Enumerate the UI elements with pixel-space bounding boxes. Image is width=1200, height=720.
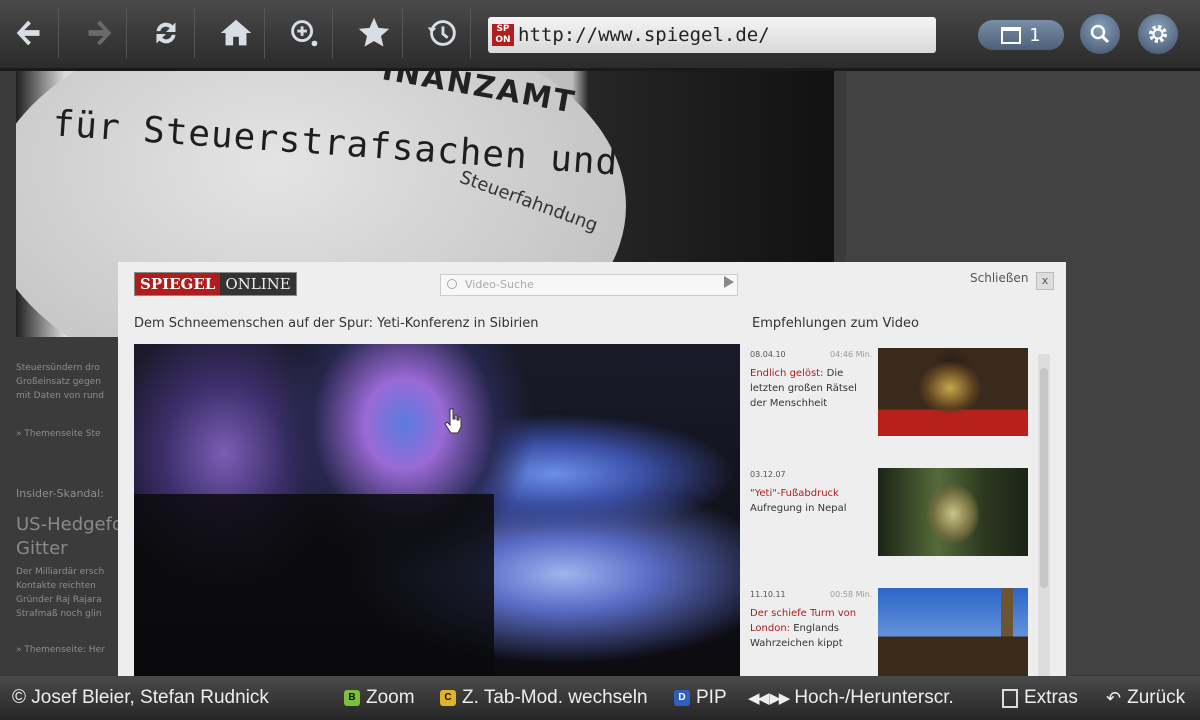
rec-date: 03.12.07 — [750, 470, 786, 479]
side-headline[interactable]: US-Hedgefon Gitter — [16, 513, 134, 561]
rec-link[interactable]: Endlich gelöst: — [750, 368, 823, 379]
recommendation-item[interactable]: 08.04.10 04:46 Min. Endlich gelöst: Die … — [742, 344, 1038, 454]
pip-label: PIP — [696, 687, 727, 708]
zoom-icon — [291, 20, 318, 47]
search-icon — [447, 279, 457, 289]
side-link-1[interactable]: » Themenseite Ste — [16, 427, 126, 441]
video-player[interactable] — [134, 344, 740, 676]
tabs-button[interactable]: 1 — [978, 20, 1064, 50]
back-label: Zurück — [1127, 687, 1186, 708]
video-shadow — [134, 494, 494, 676]
video-title: Dem Schneemenschen auf der Spur: Yeti-Ko… — [134, 316, 539, 331]
zoom-label: Zoom — [366, 687, 415, 708]
rec-link[interactable]: "Yeti"-Fußabdruck — [750, 488, 839, 499]
refresh-icon — [156, 22, 176, 44]
gear-icon — [1149, 25, 1167, 43]
back-button[interactable] — [2, 8, 59, 58]
recommendation-item[interactable]: 11.10.11 00:58 Min. Der schiefe Turm von… — [742, 584, 1038, 676]
pip-hint[interactable]: D PIP — [674, 687, 727, 709]
side-text-line: Strafmaß noch glin — [16, 609, 102, 619]
tab-mode-label: Z. Tab-Mod. wechseln — [462, 687, 648, 708]
bookmark-button[interactable] — [346, 8, 403, 58]
side-text-line: Der Milliardär ersch — [16, 567, 105, 577]
rec-description: Aufregung in Nepal — [750, 503, 847, 514]
zoom-hint[interactable]: B Zoom — [344, 687, 415, 709]
tab-mode-hint[interactable]: C Z. Tab-Mod. wechseln — [440, 687, 648, 709]
rewind-forward-icon: ◀◀ ▶▶ — [748, 690, 790, 707]
close-label[interactable]: Schließen — [970, 271, 1028, 285]
blue-key-icon: D — [674, 690, 690, 706]
side-headline-line: Gitter — [16, 538, 68, 559]
scroll-hint[interactable]: ◀◀ ▶▶ Hoch-/Herunterscr. — [748, 687, 954, 709]
forward-icon — [88, 20, 112, 46]
side-link-2[interactable]: » Themenseite: Her — [16, 643, 126, 657]
zoom-button[interactable] — [276, 8, 333, 58]
spiegel-online-logo[interactable]: SPIEGEL ONLINE — [134, 272, 297, 296]
home-icon — [220, 19, 252, 46]
extras-hint[interactable]: Extras — [1002, 687, 1078, 709]
refresh-button[interactable] — [138, 8, 195, 58]
remote-hint-bar: © Josef Bleier, Stefan Rudnick B Zoom C … — [0, 676, 1200, 720]
extras-icon — [1002, 688, 1018, 708]
rec-text: Endlich gelöst: Die letzten großen Rätse… — [750, 366, 870, 411]
back-hint[interactable]: ↶ Zurück — [1106, 687, 1185, 709]
side-kicker: Insider-Skandal: — [16, 487, 104, 500]
hand-cursor-icon — [444, 408, 462, 434]
yellow-key-icon: C — [440, 690, 456, 706]
tab-count: 1 — [1029, 24, 1041, 46]
back-icon — [16, 20, 40, 46]
side-teaser-text-1: Steuersündern dro Großeinsatz gegen mit … — [16, 361, 126, 403]
search-icon — [1090, 24, 1110, 44]
search-button[interactable] — [1080, 14, 1120, 54]
return-arrow-icon: ↶ — [1106, 687, 1122, 708]
history-button[interactable] — [414, 8, 471, 58]
address-bar[interactable]: SP ON http://www.spiegel.de/ — [488, 17, 936, 53]
recommendations-scrollbar[interactable] — [1038, 354, 1050, 676]
video-search-input[interactable]: Video-Suche — [440, 274, 738, 296]
tab-window-icon — [1001, 26, 1022, 44]
rec-duration: 00:58 Min. — [830, 590, 873, 599]
copyright: © Josef Bleier, Stefan Rudnick — [12, 687, 269, 709]
recommendations-title: Empfehlungen zum Video — [752, 316, 919, 331]
settings-button[interactable] — [1138, 14, 1178, 54]
side-headline-line: US-Hedgefon — [16, 514, 135, 535]
side-text-line: Großeinsatz gegen — [16, 377, 101, 387]
rec-text: "Yeti"-Fußabdruck Aufregung in Nepal — [750, 486, 870, 516]
history-icon — [427, 20, 456, 46]
close-button[interactable]: x — [1036, 272, 1054, 290]
video-dialog: SPIEGEL ONLINE Video-Suche Schließen x D… — [118, 262, 1066, 676]
forward-button[interactable] — [70, 8, 127, 58]
rec-duration: 04:46 Min. — [830, 350, 873, 359]
rec-text: Der schiefe Turm von London: Englands Wa… — [750, 606, 870, 651]
side-text-line: Gründer Raj Rajara — [16, 595, 102, 605]
side-text-line: Steuersündern dro — [16, 363, 100, 373]
spiegel-favicon-icon: SP ON — [492, 24, 514, 46]
scroll-label: Hoch-/Herunterscr. — [794, 687, 954, 708]
extras-label: Extras — [1024, 687, 1078, 708]
logo-spiegel: SPIEGEL — [135, 273, 221, 295]
rec-date: 08.04.10 — [750, 350, 786, 359]
rec-date: 11.10.11 — [750, 590, 786, 599]
rec-thumbnail[interactable] — [878, 588, 1028, 676]
play-arrow-icon[interactable] — [724, 276, 734, 288]
scrollbar-thumb[interactable] — [1040, 368, 1048, 588]
side-text-line: Kontakte reichten — [16, 581, 96, 591]
rec-thumbnail[interactable] — [878, 468, 1028, 556]
copyright-text: © Josef Bleier, Stefan Rudnick — [12, 687, 269, 708]
green-key-icon: B — [344, 690, 360, 706]
side-text-line: mit Daten von rund — [16, 391, 104, 401]
rec-thumbnail[interactable] — [878, 348, 1028, 436]
bookmark-star-icon — [358, 17, 390, 47]
recommendation-item[interactable]: 03.12.07 "Yeti"-Fußabdruck Aufregung in … — [742, 464, 1038, 574]
home-button[interactable] — [208, 8, 265, 58]
video-search-placeholder: Video-Suche — [465, 278, 534, 291]
side-teaser-text-2: Der Milliardär ersch Kontakte reichten G… — [16, 565, 126, 621]
logo-online: ONLINE — [220, 273, 296, 295]
browser-toolbar: SP ON http://www.spiegel.de/ 1 — [0, 0, 1200, 71]
url-text: http://www.spiegel.de/ — [518, 24, 770, 46]
recommendation-list: 08.04.10 04:46 Min. Endlich gelöst: Die … — [742, 344, 1038, 676]
